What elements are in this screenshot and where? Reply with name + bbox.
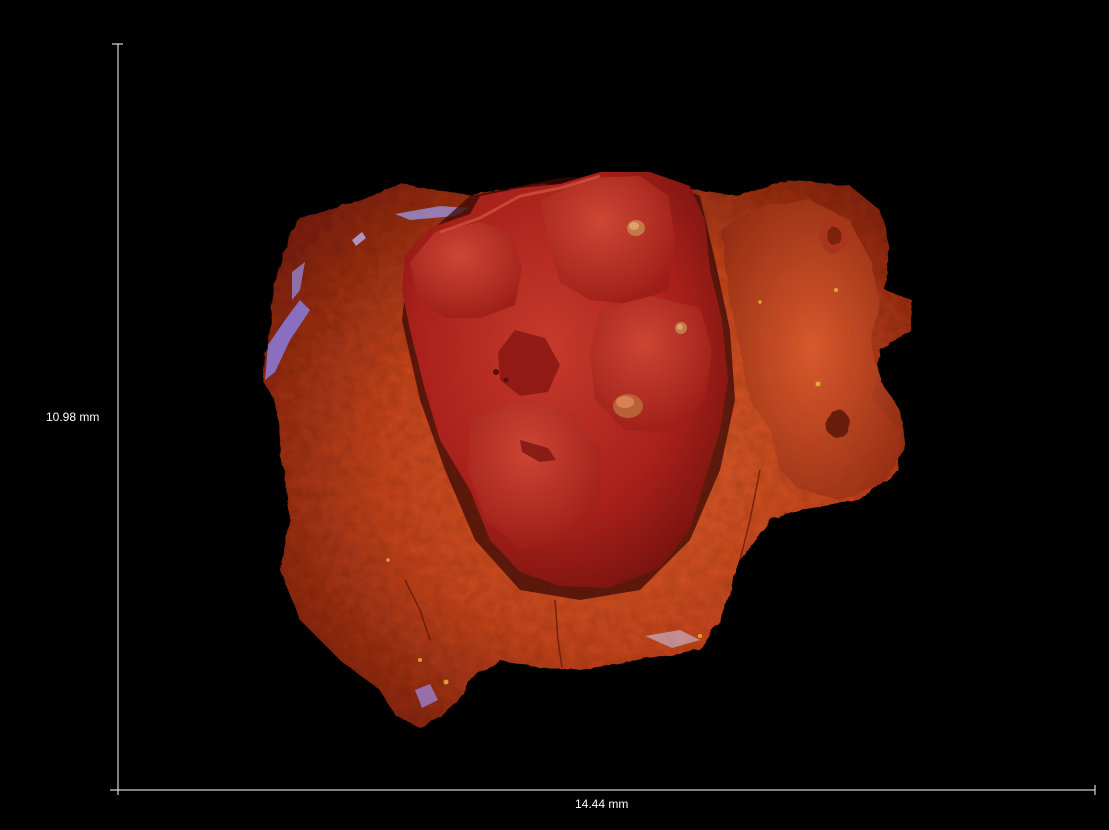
width-dimension-label: 14.44 mm [575, 797, 629, 811]
height-dimension-label: 10.98 mm [46, 410, 100, 424]
horizontal-scale-bar [110, 785, 1096, 795]
render-viewport[interactable]: 10.98 mm 14.44 mm [0, 0, 1109, 830]
vertical-scale-bar [112, 43, 123, 790]
scale-bars [110, 43, 1096, 795]
